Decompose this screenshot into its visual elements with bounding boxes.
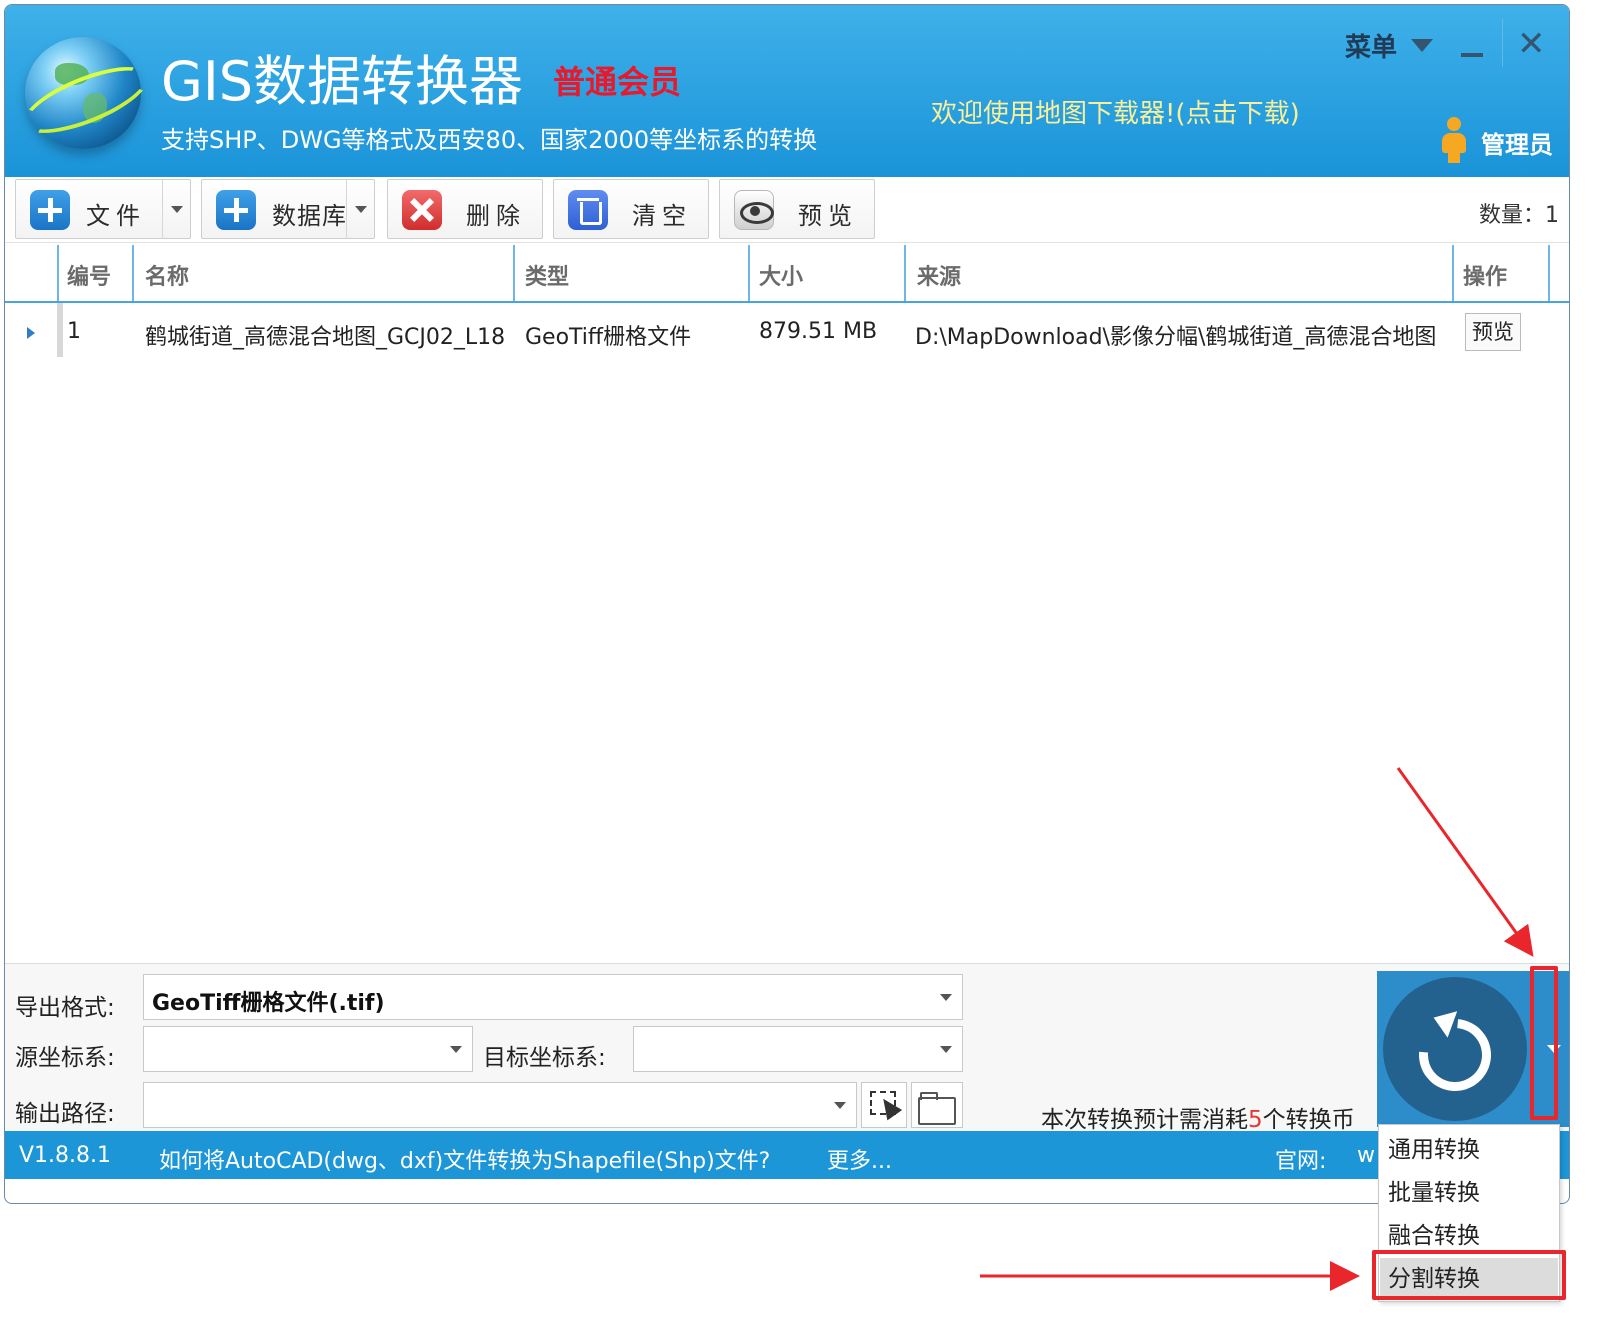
member-badge[interactable]: 普通会员	[553, 57, 681, 103]
column-divider	[513, 245, 515, 301]
eye-icon	[734, 190, 774, 230]
row-preview-button[interactable]: 预览	[1465, 313, 1521, 351]
cost-suffix: 个转换币	[1262, 1107, 1355, 1133]
target-crs-select[interactable]	[633, 1026, 963, 1072]
delete-button[interactable]: 删除	[387, 179, 543, 239]
target-crs-label: 目标坐标系:	[483, 1045, 606, 1071]
menu-item-batch-convert[interactable]: 批量转换	[1380, 1172, 1558, 1214]
add-file-dropdown[interactable]	[162, 180, 190, 238]
app-subtitle: 支持SHP、DWG等格式及西安80、国家2000等坐标系的转换	[161, 126, 818, 154]
add-database-dropdown[interactable]	[346, 180, 374, 238]
clear-label: 清空	[632, 202, 692, 230]
cell-source: D:\MapDownload\影像分幅\鹤城街道_高德混合地图	[915, 325, 1437, 350]
cost-value: 5	[1248, 1107, 1263, 1133]
add-file-label: 文件	[86, 202, 146, 230]
close-icon: ✕	[1517, 24, 1546, 64]
clear-button[interactable]: 清空	[553, 179, 709, 239]
file-table: 编号 名称 类型 大小 来源 操作 1 鹤城街道_高德混合地图_GCJ02_L1…	[5, 243, 1569, 963]
file-count: 数量：1	[1479, 203, 1559, 228]
cost-prefix: 本次转换预计需消耗	[1041, 1107, 1248, 1133]
chevron-down-icon	[171, 206, 183, 213]
output-path-label: 输出路径:	[15, 1101, 115, 1127]
chevron-down-icon	[940, 994, 952, 1001]
chevron-down-icon	[450, 1046, 462, 1053]
convert-button[interactable]	[1377, 971, 1537, 1127]
website-link[interactable]: w	[1357, 1143, 1375, 1168]
cell-size: 879.51 MB	[759, 319, 878, 344]
map-downloader-link[interactable]: 欢迎使用地图下载器!(点击下载)	[931, 93, 1300, 130]
preview-label: 预览	[798, 202, 858, 230]
cell-id: 1	[67, 319, 81, 344]
toolbar: 文件 数据库 删除 清空 预览 数量：1	[5, 177, 1569, 243]
column-divider	[1548, 245, 1550, 301]
delete-label: 删除	[466, 202, 526, 230]
convert-icon	[1383, 977, 1527, 1121]
export-format-value: GeoTiff栅格文件(.tif)	[152, 991, 385, 1016]
annotation-split-highlight	[1372, 1250, 1566, 1300]
row-header-cell	[57, 303, 63, 357]
open-folder-button[interactable]	[911, 1082, 963, 1128]
plus-icon	[216, 190, 256, 230]
conversion-cost-text: 本次转换预计需消耗5个转换币	[1041, 1100, 1355, 1134]
help-tip-link[interactable]: 如何将AutoCAD(dwg、dxf)文件转换为Shapefile(Shp)文件…	[159, 1143, 770, 1175]
column-header-size[interactable]: 大小	[759, 259, 803, 291]
trash-icon	[568, 190, 608, 230]
plus-icon	[30, 190, 70, 230]
column-header-id[interactable]: 编号	[67, 259, 111, 291]
column-divider	[132, 245, 134, 301]
annotation-dropdown-highlight	[1530, 966, 1558, 1120]
add-file-button[interactable]: 文件	[15, 179, 191, 239]
current-row-indicator-icon	[27, 327, 35, 339]
app-header: GIS数据转换器 普通会员 支持SHP、DWG等格式及西安80、国家2000等坐…	[5, 5, 1569, 177]
conversion-settings-panel: 导出格式: GeoTiff栅格文件(.tif) 源坐标系: 目标坐标系: 输出路…	[5, 963, 1569, 1134]
close-button[interactable]: ✕	[1517, 27, 1546, 61]
cell-name: 鹤城街道_高德混合地图_GCJ02_L18	[145, 325, 506, 350]
select-path-button[interactable]	[861, 1082, 907, 1128]
table-header: 编号 名称 类型 大小 来源 操作	[5, 243, 1569, 303]
chevron-down-icon	[940, 1046, 952, 1053]
app-window: GIS数据转换器 普通会员 支持SHP、DWG等格式及西安80、国家2000等坐…	[4, 4, 1570, 1204]
menu-button[interactable]: 菜单	[1345, 27, 1434, 64]
chevron-down-icon	[834, 1102, 846, 1109]
output-path-input[interactable]	[143, 1082, 857, 1128]
column-divider	[1452, 245, 1454, 301]
cell-type: GeoTiff栅格文件	[525, 325, 692, 350]
add-database-button[interactable]: 数据库	[201, 179, 375, 239]
app-title: GIS数据转换器	[161, 50, 524, 113]
website-label: 官网:	[1275, 1149, 1327, 1174]
menu-item-general-convert[interactable]: 通用转换	[1380, 1129, 1558, 1171]
export-format-select[interactable]: GeoTiff栅格文件(.tif)	[143, 974, 963, 1020]
add-database-label: 数据库	[272, 202, 347, 230]
admin-label: 管理员	[1481, 131, 1553, 159]
source-crs-label: 源坐标系:	[15, 1045, 115, 1071]
column-header-type[interactable]: 类型	[525, 259, 569, 291]
source-crs-select[interactable]	[143, 1026, 473, 1072]
delete-x-icon	[402, 190, 442, 230]
column-header-name[interactable]: 名称	[145, 259, 189, 291]
column-header-action[interactable]: 操作	[1463, 259, 1507, 291]
window-controls-divider	[1502, 19, 1503, 67]
column-divider	[904, 245, 906, 301]
menu-label: 菜单	[1345, 33, 1398, 63]
preview-button[interactable]: 预览	[719, 179, 875, 239]
column-divider	[748, 245, 750, 301]
more-link[interactable]: 更多...	[827, 1143, 892, 1175]
column-header-source[interactable]: 来源	[917, 259, 961, 291]
minimize-button[interactable]	[1461, 43, 1485, 57]
version-label: V1.8.8.1	[19, 1143, 112, 1168]
status-bar: V1.8.8.1 如何将AutoCAD(dwg、dxf)文件转换为Shapefi…	[5, 1131, 1569, 1179]
user-icon	[1441, 117, 1467, 163]
column-divider	[57, 245, 59, 301]
export-format-label: 导出格式:	[15, 995, 115, 1021]
menu-dropdown-icon	[1411, 39, 1434, 52]
chevron-down-icon	[355, 206, 367, 213]
globe-logo-icon	[15, 37, 157, 149]
minimize-icon	[1461, 53, 1483, 57]
